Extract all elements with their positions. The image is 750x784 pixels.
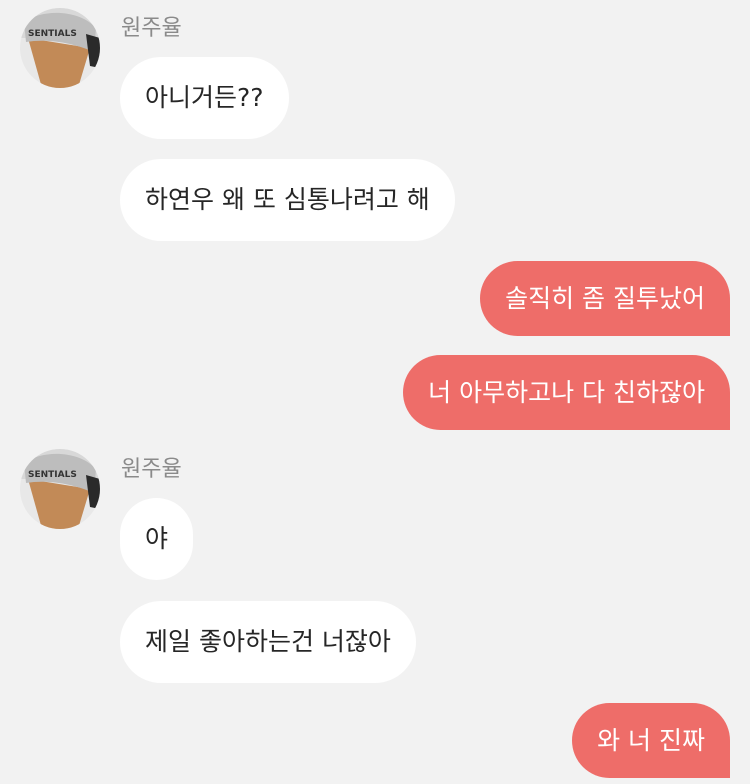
svg-text:SENTIALS: SENTIALS (28, 470, 77, 480)
avatar-photo-icon: SENTIALS (20, 8, 100, 88)
incoming-message-bubble[interactable]: 제일 좋아하는건 너잖아 (120, 601, 416, 683)
sender-name: 원주율 (121, 457, 182, 482)
sender-name: 원주율 (121, 16, 182, 41)
outgoing-message-bubble[interactable]: 솔직히 좀 질투났어 (480, 261, 730, 336)
outgoing-message-bubble[interactable]: 너 아무하고나 다 친하잖아 (403, 355, 730, 430)
svg-text:SENTIALS: SENTIALS (28, 29, 77, 39)
outgoing-message-bubble[interactable]: 와 너 진짜 (572, 703, 730, 778)
sender-avatar[interactable]: SENTIALS (20, 8, 100, 88)
incoming-message-bubble[interactable]: 아니거든?? (120, 57, 289, 139)
sender-avatar[interactable]: SENTIALS (20, 449, 100, 529)
chat-thread: SENTIALS 원주율 아니거든?? 하연우 왜 또 심통나려고 해 솔직히 … (0, 0, 750, 784)
incoming-message-bubble[interactable]: 야 (120, 498, 194, 580)
avatar-photo-icon: SENTIALS (20, 449, 100, 529)
incoming-message-bubble[interactable]: 하연우 왜 또 심통나려고 해 (120, 159, 455, 241)
